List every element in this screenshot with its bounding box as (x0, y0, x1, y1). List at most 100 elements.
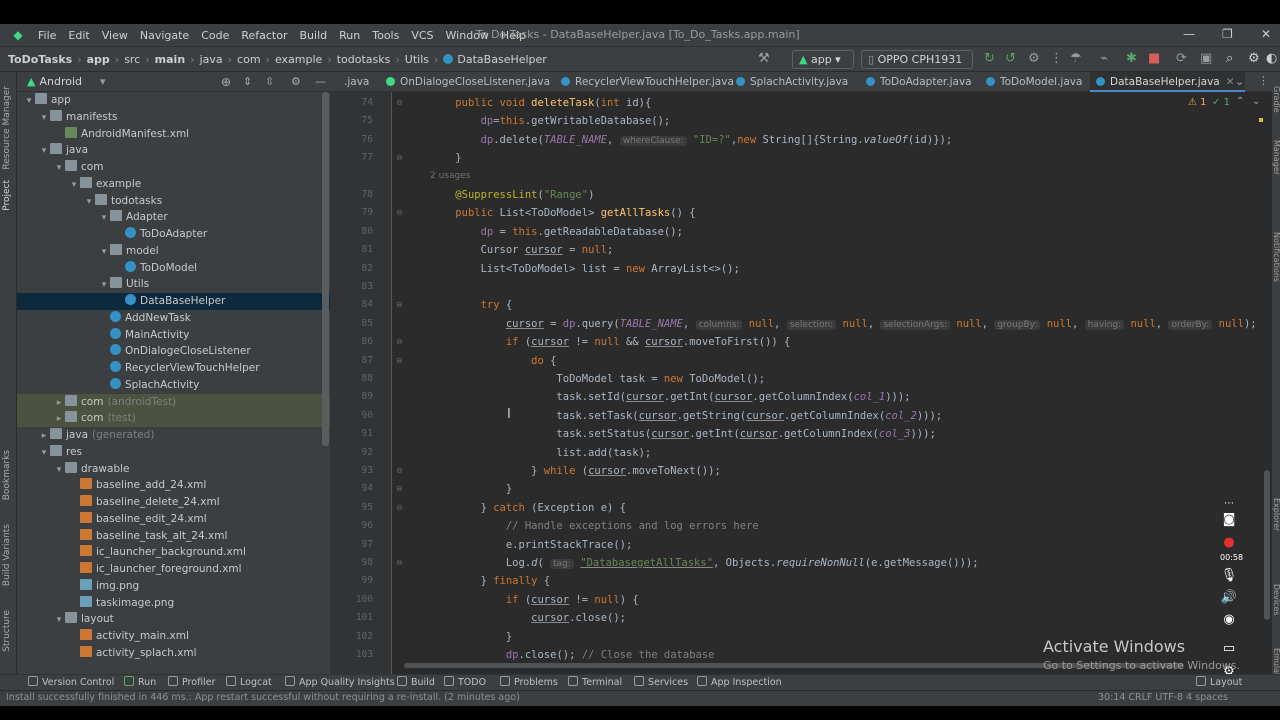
tree-item[interactable]: baseline_edit_24.xml (17, 511, 330, 528)
code-line[interactable]: do { (430, 354, 556, 368)
line-number[interactable]: 97 (362, 539, 373, 551)
rerun-icon[interactable]: ↻ (984, 51, 995, 67)
expand-arrow-icon[interactable]: ▾ (98, 244, 110, 261)
line-number[interactable]: 79 (362, 207, 373, 219)
fold-marker-icon[interactable]: ⊖ (396, 356, 403, 365)
fold-marker-icon[interactable]: ⊖ (396, 558, 403, 567)
tree-item[interactable]: SplachActivity (17, 377, 330, 394)
tree-item[interactable]: OnDialogeCloseListener (17, 343, 330, 360)
code-line[interactable]: dp.close(); // Close the database (430, 648, 715, 662)
tool-window-button[interactable]: Version Control (28, 676, 114, 690)
code-line[interactable]: ToDoModel task = new ToDoModel(); (430, 372, 765, 386)
line-number[interactable]: 103 (356, 649, 373, 661)
tree-item[interactable]: ▾ java (17, 142, 330, 159)
breadcrumb-item[interactable]: com (237, 53, 261, 66)
code-line[interactable]: // Handle exceptions and log errors here (430, 519, 759, 533)
breadcrumb-item[interactable]: example (275, 53, 322, 66)
tree-item[interactable]: ▾ todotasks (17, 193, 330, 210)
structure-tab[interactable]: Structure (2, 610, 12, 652)
resource-manager-tab[interactable]: Resource Manager (2, 86, 12, 170)
webcam-icon[interactable]: ◉ (1220, 612, 1238, 627)
apply-changes-icon[interactable]: ↺ (1005, 51, 1016, 67)
restore-icon[interactable]: ❐ (1222, 27, 1233, 41)
code-line[interactable]: Log.d( tag: "DatabasegetAllTasks", Objec… (430, 556, 979, 571)
line-number[interactable]: 86 (362, 336, 373, 348)
editor-vertical-scrollbar[interactable] (1264, 470, 1270, 620)
code-line[interactable]: } while (cursor.moveToNext()); (430, 464, 721, 478)
tree-item[interactable]: ▾ res (17, 444, 330, 461)
tree-item[interactable]: baseline_add_24.xml (17, 477, 330, 494)
fold-marker-icon[interactable]: ⊖ (396, 300, 403, 309)
code-line[interactable]: if (cursor != null) { (430, 593, 639, 607)
expand-arrow-icon[interactable]: ▾ (98, 277, 110, 294)
expand-arrow-icon[interactable]: ▸ (38, 428, 50, 445)
inspection-weak-warnings[interactable]: ✓ 1 (1212, 97, 1230, 108)
build-variants-tab[interactable]: Build Variants (2, 524, 12, 586)
code-line[interactable]: public void deleteTask(int id){ (430, 96, 651, 110)
hammer-icon[interactable]: ⚒ (758, 51, 770, 67)
tree-item[interactable]: activity_splach.xml (17, 645, 330, 662)
line-number[interactable]: 96 (362, 520, 373, 532)
menu-tools[interactable]: Tools (366, 29, 405, 42)
tree-item[interactable]: MainActivity (17, 327, 330, 344)
line-number[interactable]: 75 (362, 115, 373, 127)
code-line[interactable]: } (430, 482, 512, 496)
tree-item[interactable]: ▾ Utils (17, 276, 330, 293)
tree-item[interactable]: ToDoModel (17, 260, 330, 277)
next-highlight-icon[interactable]: ⌄ (1252, 96, 1260, 107)
expand-arrow-icon[interactable]: ▸ (53, 395, 65, 412)
breadcrumb-item[interactable]: main (155, 53, 186, 66)
tool-window-button[interactable]: App Quality Insights (285, 676, 395, 690)
right-tool-tab[interactable]: Device Manager (1272, 140, 1280, 198)
tree-item[interactable]: ▾ model (17, 243, 330, 260)
line-number[interactable]: 94 (362, 483, 373, 495)
line-number[interactable]: 84 (362, 299, 373, 311)
tree-item[interactable]: AddNewTask (17, 310, 330, 327)
fold-marker-icon[interactable]: ⊖ (396, 208, 403, 217)
line-number[interactable]: 90 (362, 410, 373, 422)
menu-vcs[interactable]: VCS (405, 29, 439, 42)
tree-item[interactable]: ▸ com (test) (17, 410, 330, 428)
device-select[interactable]: ▯ OPPO CPH1931 ▾ (861, 50, 973, 83)
tree-item[interactable]: baseline_task_alt_24.xml (17, 528, 330, 545)
code-line[interactable]: List<ToDoModel> list = new ArrayList<>()… (430, 262, 740, 276)
speaker-icon[interactable]: 🔊 (1220, 590, 1238, 605)
stop-icon[interactable]: ■ (1148, 51, 1160, 67)
line-number[interactable]: 95 (362, 502, 373, 514)
code-line[interactable]: } catch (Exception e) { (430, 501, 626, 515)
settings-gear-icon[interactable]: ⚙ (1248, 51, 1260, 67)
tree-item[interactable]: ic_launcher_background.xml (17, 544, 330, 561)
menu-build[interactable]: Build (294, 29, 334, 42)
tab-more-icon[interactable]: ⋮ (1258, 74, 1269, 87)
usages-hint[interactable]: 2 usages (430, 171, 470, 181)
breadcrumb-item[interactable]: app (87, 53, 110, 66)
expand-arrow-icon[interactable]: ▸ (53, 411, 65, 428)
breadcrumb-item[interactable]: ToDoTasks (8, 53, 72, 66)
code-line[interactable]: Cursor cursor = null; (430, 243, 614, 257)
collapse-all-icon[interactable]: ⇳ (265, 75, 274, 88)
menu-view[interactable]: View (96, 29, 134, 42)
right-tool-tab[interactable]: Running Devices (1272, 584, 1280, 642)
right-tool-tab[interactable]: Notifications (1272, 232, 1280, 282)
expand-arrow-icon[interactable]: ▾ (83, 194, 95, 211)
line-number[interactable]: 101 (356, 612, 373, 624)
tree-item[interactable]: taskimage.png (17, 595, 330, 612)
line-number[interactable]: 102 (356, 631, 373, 643)
code-line[interactable]: task.setStatus(cursor.getInt(cursor.getC… (430, 427, 935, 441)
editor-tab[interactable]: SplachActivity.java (730, 72, 854, 92)
editor-tab[interactable]: ToDoModel.java (980, 72, 1088, 92)
microphone-icon[interactable]: 🎙 (1220, 568, 1238, 583)
debug-icon[interactable]: ✱ (1126, 51, 1137, 67)
tree-item[interactable]: RecyclerViewTouchHelper (17, 360, 330, 377)
tree-item[interactable]: baseline_delete_24.xml (17, 494, 330, 511)
editor-tab[interactable]: OnDialogeCloseListener.java (380, 72, 556, 92)
fold-marker-icon[interactable]: ⊖ (396, 98, 403, 107)
editor-tab[interactable]: ToDoAdapter.java (860, 72, 978, 92)
breadcrumb-item[interactable]: DataBaseHelper (457, 53, 546, 66)
status-message[interactable]: Install successfully finished in 446 ms.… (6, 692, 520, 703)
tree-item[interactable]: ▾ layout (17, 611, 330, 628)
tree-item[interactable]: ▸ java (generated) (17, 427, 330, 444)
code-line[interactable]: task.setId(cursor.getInt(cursor.getColum… (430, 390, 910, 404)
locate-icon[interactable]: ⊕ (221, 75, 231, 89)
tree-item[interactable]: DataBaseHelper (17, 293, 330, 310)
